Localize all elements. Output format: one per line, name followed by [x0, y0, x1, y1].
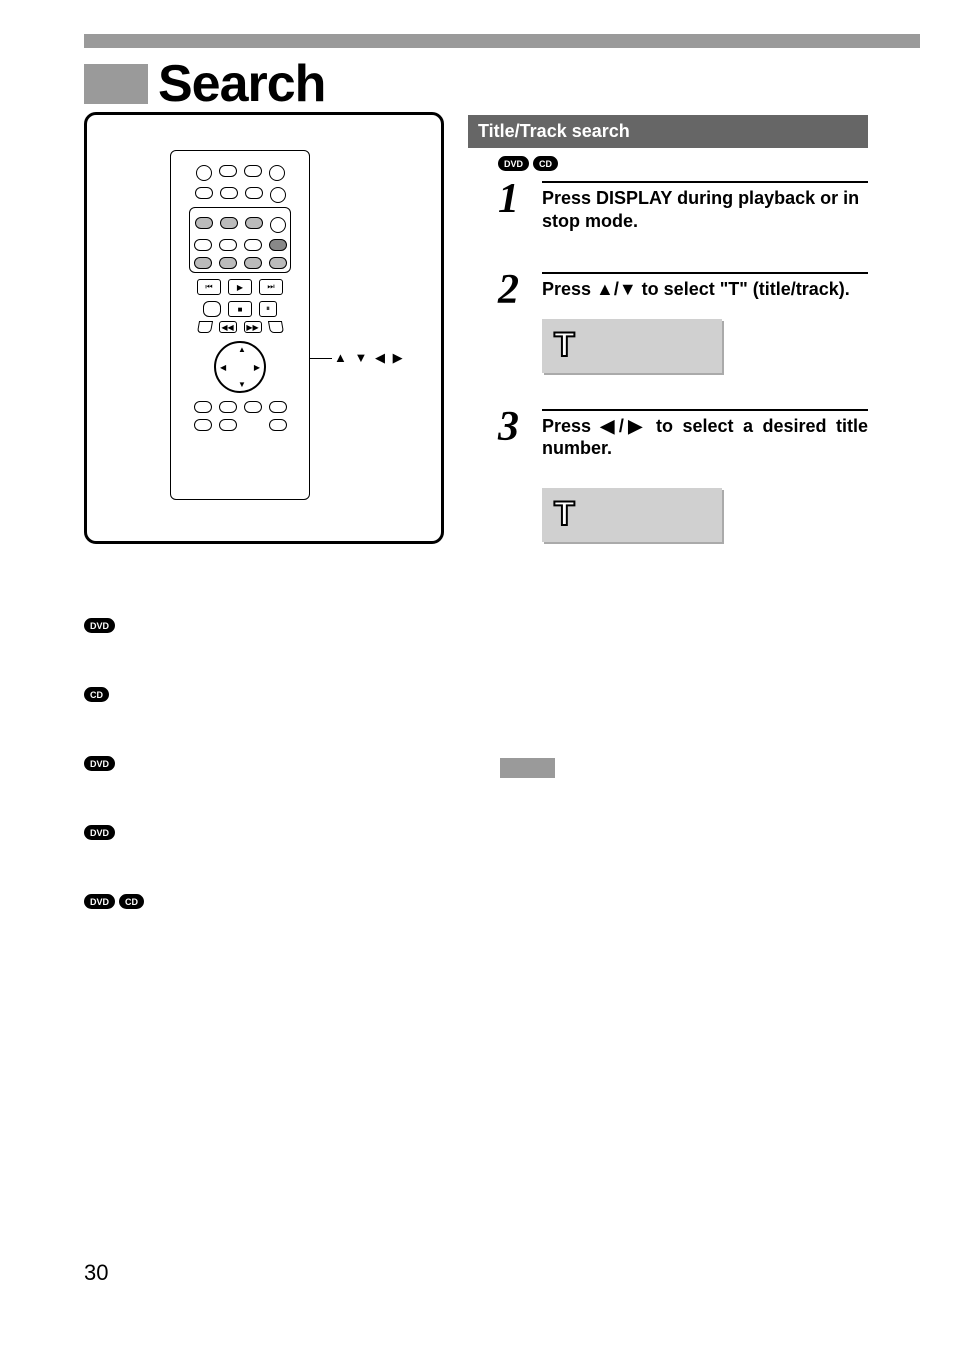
remote-row	[171, 401, 309, 413]
remote-button-icon	[219, 419, 237, 431]
page-header: Search	[84, 54, 325, 114]
remote-button-icon	[245, 217, 263, 229]
note-item: DVD	[84, 825, 444, 840]
note-item: CD	[84, 687, 444, 702]
remote-button-icon	[244, 257, 262, 269]
remote-button-icon	[269, 165, 285, 181]
note-item: DVD	[84, 618, 444, 633]
next-icon: ⏭	[259, 279, 283, 295]
remote-row	[171, 165, 309, 181]
notes-column: DVD CD DVD DVD DVD CD	[84, 618, 444, 963]
dvd-badge: DVD	[84, 756, 115, 771]
remote-row: ⏮ ▶ ⏭	[171, 279, 309, 295]
osd-display: T	[542, 488, 722, 542]
remote-button-icon	[219, 257, 237, 269]
step-text: Press DISPLAY during playback or in stop…	[542, 187, 868, 232]
play-icon: ▶	[228, 279, 252, 295]
note-item: DVD	[84, 756, 444, 771]
title-glyph: T	[554, 495, 575, 534]
remote-button-icon	[269, 401, 287, 413]
remote-button-icon	[195, 217, 213, 229]
cd-badge: CD	[533, 156, 558, 171]
title-glyph: T	[554, 326, 575, 365]
remote-illustration: ⏮ ▶ ⏭ ■ ⏸ ◀◀ ▶▶ ▲ ▼ ◀ ▶	[170, 150, 310, 500]
stop-icon: ■	[228, 301, 252, 317]
remote-row: ■ ⏸	[171, 301, 309, 317]
note-item: DVD CD	[84, 894, 444, 909]
forward-icon: ▶▶	[244, 321, 262, 333]
remote-button-icon	[194, 419, 212, 431]
remote-button-icon	[219, 165, 237, 177]
step-number: 1	[498, 181, 530, 219]
dpad-icon: ▲ ▼ ◀ ▶	[214, 341, 266, 393]
step-number: 3	[498, 409, 530, 447]
cd-badge: CD	[84, 687, 109, 702]
remote-button-icon	[196, 321, 212, 333]
step-text: Press ◀/▶ to select a desired title numb…	[542, 415, 868, 460]
step-1: 1 Press DISPLAY during playback or in st…	[498, 181, 868, 232]
remote-button-icon	[194, 257, 212, 269]
remote-row	[171, 419, 309, 431]
remote-button-icon	[195, 187, 213, 199]
dvd-badge: DVD	[498, 156, 529, 171]
step-text: Press ▲/▼ to select "T" (title/track).	[542, 278, 868, 301]
remote-row	[171, 187, 309, 203]
rewind-icon: ◀◀	[219, 321, 237, 333]
pause-icon: ⏸	[259, 301, 277, 317]
prev-icon: ⏮	[197, 279, 221, 295]
remote-button-icon	[269, 239, 287, 251]
remote-button-icon	[196, 165, 212, 181]
step-rule	[542, 272, 868, 274]
osd-display: T	[542, 319, 722, 373]
remote-button-icon	[194, 401, 212, 413]
remote-button-icon	[203, 301, 221, 317]
step-3: 3 Press ◀/▶ to select a desired title nu…	[498, 409, 868, 542]
remote-button-icon	[269, 419, 287, 431]
remote-button-icon	[220, 187, 238, 199]
remote-button-icon	[269, 257, 287, 269]
disc-badges: DVD CD	[498, 156, 868, 171]
remote-button-icon	[219, 239, 237, 251]
header-accent-block	[84, 64, 148, 104]
remote-button-icon	[244, 239, 262, 251]
remote-button-icon	[244, 401, 262, 413]
page-title: Search	[158, 54, 325, 114]
remote-button-icon	[267, 321, 283, 333]
dpad-arrows-label: ▲ ▼ ◀ ▶	[334, 350, 405, 366]
remote-button-icon	[270, 187, 286, 203]
step-number: 2	[498, 272, 530, 310]
step-rule	[542, 409, 868, 411]
dvd-badge: DVD	[84, 894, 115, 909]
remote-button-icon	[220, 217, 238, 229]
dvd-badge: DVD	[84, 618, 115, 633]
remote-button-icon	[270, 217, 286, 233]
remote-row: ◀◀ ▶▶	[171, 321, 309, 333]
remote-button-icon	[245, 187, 263, 199]
page-number: 30	[84, 1260, 108, 1286]
remote-button-icon	[244, 165, 262, 177]
step-2: 2 Press ▲/▼ to select "T" (title/track).…	[498, 272, 868, 373]
callout-line	[310, 358, 332, 359]
remote-button-icon	[219, 401, 237, 413]
top-accent-bar	[84, 34, 920, 48]
dvd-badge: DVD	[84, 825, 115, 840]
step-rule	[542, 181, 868, 183]
instructions-column: Title/Track search DVD CD 1 Press DISPLA…	[468, 115, 868, 572]
grey-marker	[500, 758, 555, 778]
remote-button-icon	[194, 239, 212, 251]
remote-button-group	[189, 207, 291, 273]
section-header: Title/Track search	[468, 115, 868, 148]
cd-badge: CD	[119, 894, 144, 909]
